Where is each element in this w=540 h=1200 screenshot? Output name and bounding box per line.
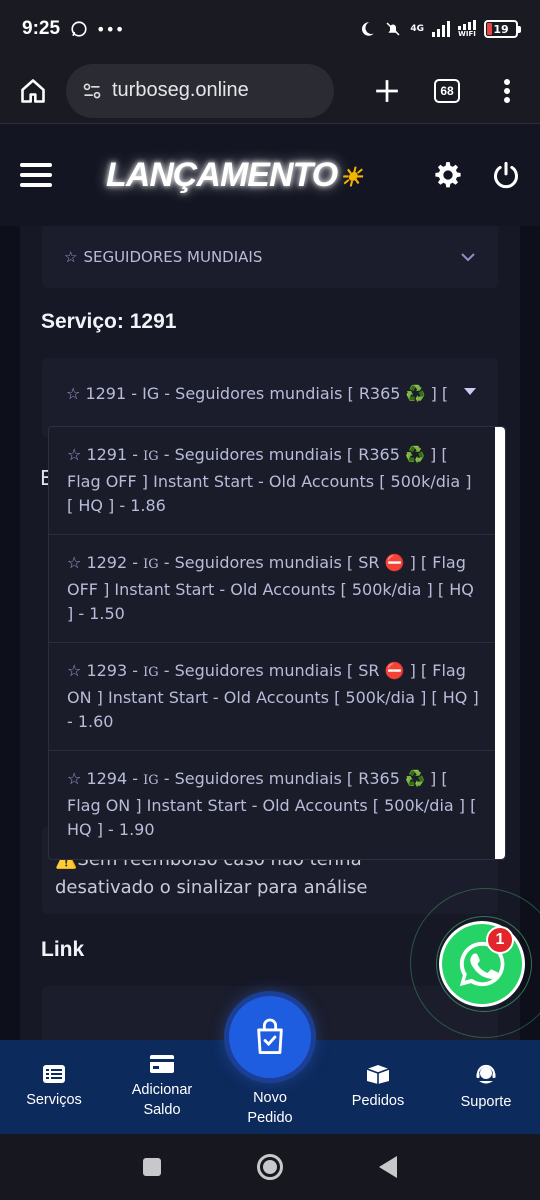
status-time: 9:25 — [22, 18, 61, 39]
dnd-moon-icon — [362, 22, 375, 36]
wifi-icon: WIFI — [458, 20, 476, 38]
muted-bell-icon — [386, 22, 400, 36]
new-tab-button[interactable] — [370, 74, 404, 108]
star-icon: ☆ — [67, 661, 82, 680]
list-icon — [43, 1065, 65, 1083]
nav-servicos[interactable]: Serviços — [0, 1040, 108, 1134]
box-icon — [366, 1065, 390, 1084]
option-id: 1291 - — [86, 445, 144, 464]
whatsapp-notification-icon — [71, 21, 87, 37]
star-icon: ☆ — [64, 248, 78, 266]
service-option-1292[interactable]: ☆ 1292 - IG - Seguidores mundiais [ SR ⛔… — [49, 535, 497, 643]
nav-novo-line2: Pedido — [247, 1110, 293, 1126]
site-settings-icon[interactable] — [82, 81, 102, 101]
power-logout-icon[interactable] — [492, 161, 520, 189]
home-icon — [21, 78, 45, 103]
nav-novo-line1: Novo — [253, 1090, 287, 1106]
wifi-label: WIFI — [458, 30, 476, 38]
nav-suporte[interactable]: Suporte — [432, 1040, 540, 1134]
credit-card-icon — [150, 1055, 174, 1073]
home-button[interactable] — [16, 74, 50, 108]
ig-tag: IG — [143, 449, 159, 464]
service-label: Serviço: 1291 — [41, 310, 177, 333]
nav-adicionar-saldo-label: Adicionar Saldo — [132, 1080, 192, 1120]
browser-menu-button[interactable] — [490, 74, 524, 108]
option-id: 1294 - — [86, 769, 144, 788]
nav-adicionar-saldo[interactable]: Adicionar Saldo — [108, 1040, 216, 1134]
home-system-button[interactable] — [257, 1154, 283, 1180]
new-order-fab[interactable] — [229, 996, 311, 1078]
ig-tag: IG — [143, 665, 159, 680]
settings-gear-icon[interactable] — [434, 161, 462, 189]
nav-servicos-label: Serviços — [26, 1092, 82, 1108]
ig-tag: IG — [143, 557, 159, 572]
app-header: LANÇAMENTO☀ — [0, 124, 540, 226]
system-navigation-bar — [0, 1134, 540, 1200]
nav-pedidos[interactable]: Pedidos — [324, 1040, 432, 1134]
ig-tag: IG — [143, 773, 159, 788]
status-right-icons: 4G WIFI 19 — [358, 20, 521, 38]
shopping-bag-check-icon — [257, 1018, 283, 1055]
nav-pedidos-label: Pedidos — [351, 1093, 405, 1109]
more-vert-icon — [504, 78, 510, 103]
sun-icon: ☀ — [339, 161, 362, 192]
nav-adicionar-line2: Saldo — [143, 1102, 181, 1118]
service-selected-value: 1291 - IG - Seguidores mundiais [ R365 ♻… — [85, 384, 449, 403]
url-text: turboseg.online — [112, 79, 249, 101]
nav-novo-pedido-label: Novo Pedido — [247, 1088, 292, 1128]
tab-switcher-button[interactable]: 68 — [434, 78, 460, 103]
menu-button[interactable] — [20, 163, 52, 187]
star-icon: ☆ — [67, 553, 82, 572]
app-logo: LANÇAMENTO☀ — [106, 155, 362, 195]
service-dropdown-list: ☆ 1291 - IG - Seguidores mundiais [ R365… — [48, 426, 506, 860]
back-button[interactable] — [379, 1156, 397, 1178]
status-bar: 9:25 ••• 4G WIFI 19 — [0, 0, 540, 58]
service-option-1294[interactable]: ☆ 1294 - IG - Seguidores mundiais [ R365… — [49, 751, 497, 859]
network-type: 4G — [410, 24, 424, 34]
chevron-down-icon — [461, 253, 475, 262]
whatsapp-notification-badge: 1 — [486, 926, 514, 954]
nav-adicionar-line1: Adicionar — [131, 1082, 193, 1098]
star-icon: ☆ — [67, 445, 82, 464]
cell-signal-icon — [432, 21, 450, 37]
battery-level: 19 — [493, 22, 509, 36]
status-notification-icons: ••• — [70, 20, 124, 39]
browser-toolbar: turboseg.online 68 — [0, 58, 540, 124]
option-id: 1292 - — [86, 553, 144, 572]
star-icon: ☆ — [66, 384, 86, 403]
option-id: 1293 - — [86, 661, 144, 680]
service-option-1293[interactable]: ☆ 1293 - IG - Seguidores mundiais [ SR ⛔… — [49, 643, 497, 751]
logo-text: LANÇAMENTO — [106, 155, 338, 194]
star-icon: ☆ — [67, 769, 82, 788]
more-notifications-icon: ••• — [96, 19, 125, 39]
recents-button[interactable] — [143, 1158, 161, 1176]
category-value: SEGUIDORES MUNDIAIS — [83, 248, 263, 266]
dropdown-scrollbar[interactable] — [495, 427, 505, 859]
headset-support-icon — [476, 1064, 496, 1084]
nav-suporte-label: Suporte — [460, 1094, 512, 1110]
battery-icon: 19 — [484, 20, 521, 38]
service-option-1291[interactable]: ☆ 1291 - IG - Seguidores mundiais [ R365… — [49, 427, 497, 535]
caret-down-icon — [464, 388, 476, 395]
address-bar[interactable]: turboseg.online — [66, 63, 334, 118]
link-label: Link — [41, 938, 85, 961]
category-select[interactable]: ☆ SEGUIDORES MUNDIAIS — [42, 226, 498, 288]
plus-icon — [376, 79, 398, 102]
